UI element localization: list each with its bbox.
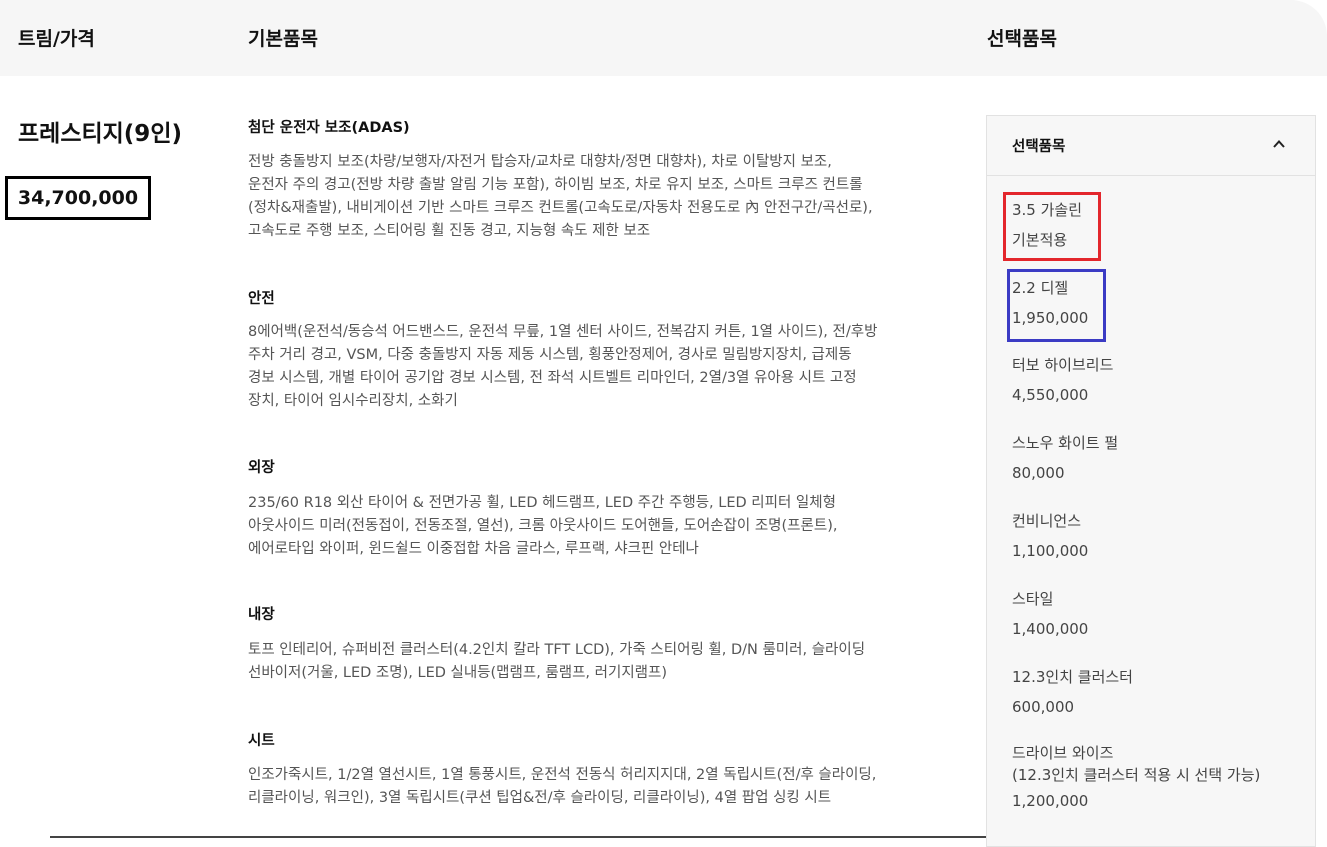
option-name: 드라이브 와이즈 <box>1012 744 1114 762</box>
section-title-adas: 첨단 운전자 보조(ADAS) <box>248 120 410 136</box>
options-panel-header[interactable]: 선택품목 <box>987 116 1315 176</box>
option-item[interactable]: 터보 하이브리드 4,550,000 <box>1012 350 1113 410</box>
section-body-interior: 토프 인테리어, 슈퍼비전 클러스터(4.2인치 칼라 TFT LCD), 가죽… <box>248 642 866 681</box>
option-price: 4,550,000 <box>1012 386 1089 404</box>
section-title-interior: 내장 <box>248 607 275 623</box>
section-body-exterior: 235/60 R18 외산 타이어 & 전면가공 휠, LED 헤드램프, LE… <box>248 495 838 557</box>
option-item[interactable]: 드라이브 와이즈 (12.3인치 클러스터 적용 시 선택 가능) 1,200,… <box>1012 742 1260 816</box>
option-item[interactable]: 컨비니언스 1,100,000 <box>1012 506 1088 566</box>
header-selected-items: 선택품목 <box>987 28 1057 50</box>
option-name: 컨비니언스 <box>1012 512 1082 530</box>
trim-price: 34,700,000 <box>5 176 151 220</box>
highlight-box-blue <box>1007 269 1106 342</box>
section-body-safety: 8에어백(운전석/동승석 어드밴스드, 운전석 무릎, 1열 센터 사이드, 전… <box>248 324 878 409</box>
section-title-safety: 안전 <box>248 291 275 307</box>
option-price: 1,100,000 <box>1012 542 1089 560</box>
option-price: 1,200,000 <box>1012 792 1089 810</box>
section-body-seat: 인조가죽시트, 1/2열 열선시트, 1열 통풍시트, 운전석 전동식 허리지지… <box>248 767 877 806</box>
section-title-seat: 시트 <box>248 733 275 749</box>
option-name: 스노우 화이트 펄 <box>1012 434 1119 452</box>
option-name: 스타일 <box>1012 590 1054 608</box>
option-price: 80,000 <box>1012 464 1065 482</box>
option-price: 600,000 <box>1012 698 1075 716</box>
option-name: 터보 하이브리드 <box>1012 356 1114 374</box>
option-item[interactable]: 스타일 1,400,000 <box>1012 584 1088 644</box>
option-note: (12.3인치 클러스터 적용 시 선택 가능) <box>1012 766 1261 784</box>
header-basic-items: 기본품목 <box>248 28 318 50</box>
header-trim-price: 트림/가격 <box>18 28 95 50</box>
table-header: 트림/가격 기본품목 선택품목 <box>0 0 1327 76</box>
section-title-exterior: 외장 <box>248 460 275 476</box>
trim-name: 프레스티지(9인) <box>18 121 182 147</box>
option-item[interactable]: 12.3인치 클러스터 600,000 <box>1012 662 1133 722</box>
section-body-adas: 전방 충돌방지 보조(차량/보행자/자전거 탑승자/교차로 대향차/정면 대향차… <box>248 154 873 239</box>
option-item[interactable]: 스노우 화이트 펄 80,000 <box>1012 428 1118 488</box>
chevron-up-icon[interactable] <box>1271 136 1287 152</box>
option-price: 1,400,000 <box>1012 620 1089 638</box>
options-panel-title: 선택품목 <box>1012 139 1066 155</box>
option-name: 12.3인치 클러스터 <box>1012 668 1133 686</box>
highlight-box-red <box>1003 192 1101 261</box>
